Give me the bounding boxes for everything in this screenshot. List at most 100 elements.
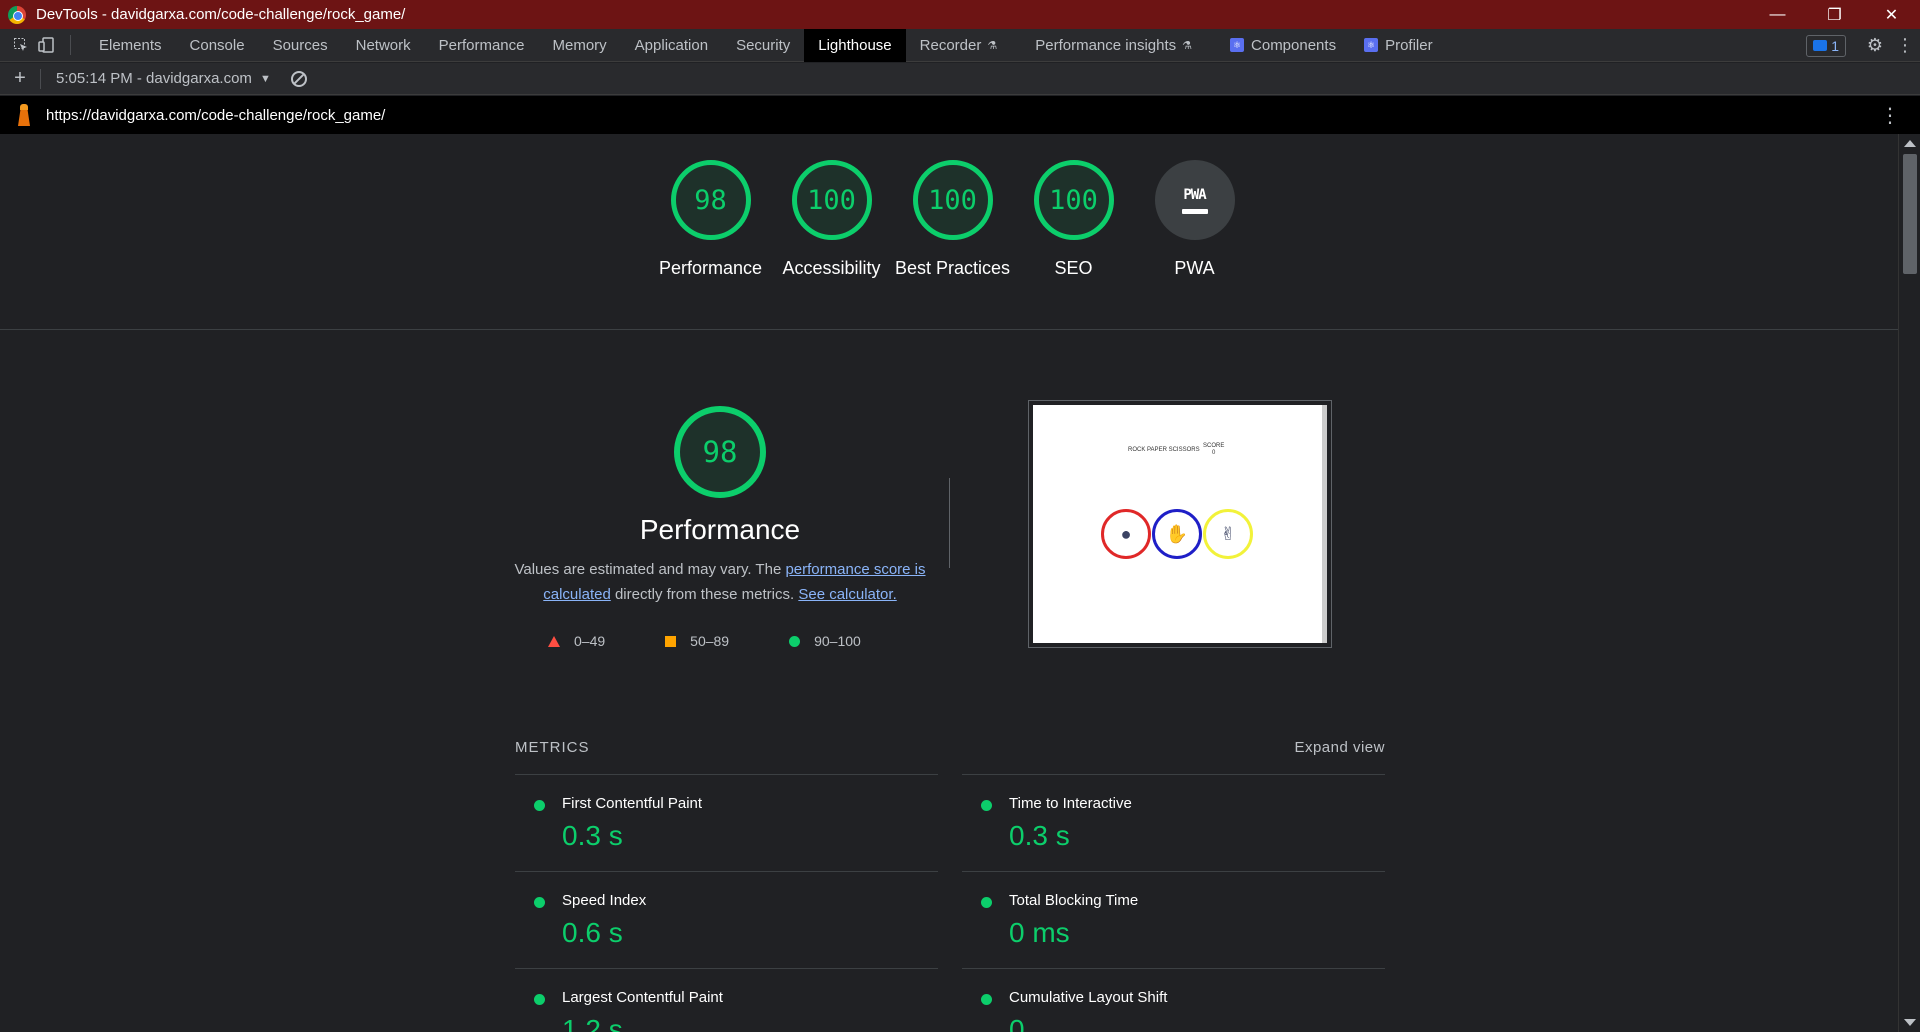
gauge-label: SEO [1054,258,1093,278]
metric-name: Largest Contentful Paint [562,989,723,1006]
window-controls: — ❐ ✕ [1749,0,1920,29]
screenshot-image: ROCK PAPER SCISSORS SCORE 0 ● ✋ ✌ [1033,405,1327,643]
tab-label: Performance insights [1035,36,1177,54]
metric-total-blocking-time: Total Blocking Time 0 ms [962,871,1385,968]
experimental-flask-icon: ⚗ [1182,39,1193,52]
tab-application[interactable]: Application [621,29,722,62]
report-menu-icon[interactable]: ⋮ [1880,103,1900,128]
tab-console[interactable]: Console [176,29,259,62]
legend-label: 0–49 [574,633,606,649]
tab-network[interactable]: Network [342,29,425,62]
score-label: SCORE [1203,443,1225,449]
metric-value: 0 ms [1009,917,1070,948]
tab-performance[interactable]: Performance [425,29,539,62]
metric-name: Time to Interactive [1009,795,1132,812]
scrollbar-thumb[interactable] [1903,154,1917,274]
new-report-plus-icon[interactable]: + [0,67,40,90]
tab-memory[interactable]: Memory [539,29,621,62]
gauge-accessibility[interactable]: 100 Accessibility [771,160,892,281]
metric-value: 0.3 s [562,820,623,851]
performance-title: Performance [639,514,801,545]
gauge-best-practices[interactable]: 100 Best Practices [892,160,1013,281]
tab-recorder[interactable]: Recorder ⚗ [906,29,1012,62]
legend-poor: 0–49 [548,633,605,649]
vertical-scrollbar[interactable] [1898,134,1920,1032]
tab-lighthouse[interactable]: Lighthouse [804,28,906,62]
gauge-label: Performance [658,258,763,278]
gauge-label: Accessibility [782,258,881,278]
metric-name: Cumulative Layout Shift [1009,989,1168,1006]
react-icon: ⚛ [1230,38,1245,52]
gauge-pwa[interactable]: PWA PWA [1134,160,1255,281]
tab-components[interactable]: ⚛ Components [1216,29,1350,62]
report-url[interactable]: https://davidgarxa.com/code-challenge/ro… [46,107,385,124]
performance-description: Values are estimated and may vary. The p… [510,557,930,607]
orange-square-icon [665,635,677,647]
pass-circle-icon [981,897,992,908]
gauge-label: PWA [1174,258,1215,278]
tab-label: Profiler [1385,36,1433,54]
final-screenshot[interactable]: ROCK PAPER SCISSORS SCORE 0 ● ✋ ✌ [1028,400,1332,648]
tab-label: Components [1251,36,1337,54]
metric-first-contentful-paint: First Contentful Paint 0.3 s [515,774,938,871]
pass-circle-icon [534,800,545,811]
legend-label: 50–89 [690,633,730,649]
gauge-performance[interactable]: 98 Performance [650,160,771,281]
experimental-flask-icon: ⚗ [987,39,998,52]
legend-good: 90–100 [789,633,861,649]
legend-label: 90–100 [814,633,861,649]
tab-performance-insights[interactable]: Performance insights ⚗ [1021,29,1206,62]
inspect-element-icon[interactable] [8,29,34,62]
game-score: SCORE 0 [1203,443,1224,457]
minimize-button[interactable]: — [1749,0,1806,29]
report-selector-dropdown[interactable]: 5:05:14 PM - davidgarxa.com ▼ [56,70,271,87]
metric-value: 0 [1009,1014,1025,1032]
clear-reports-icon[interactable] [290,70,307,87]
metric-name: Total Blocking Time [1009,892,1139,909]
tab-label: Lighthouse [818,36,892,54]
pass-circle-icon [981,800,992,811]
settings-gear-icon[interactable]: ⚙ [1860,35,1890,56]
issues-icon [1813,40,1828,51]
tab-sources[interactable]: Sources [259,29,342,62]
tab-elements[interactable]: Elements [85,29,176,62]
metric-cumulative-layout-shift: Cumulative Layout Shift 0 [962,968,1385,1032]
tab-profiler[interactable]: ⚛ Profiler [1350,29,1447,62]
window-title: DevTools - davidgarxa.com/code-challenge… [36,6,406,23]
metrics-heading: METRICS [515,739,590,756]
scroll-down-arrow-icon[interactable] [1904,1019,1916,1026]
device-toolbar-icon[interactable] [34,29,60,62]
report-url-bar: https://davidgarxa.com/code-challenge/ro… [0,96,1920,134]
react-icon: ⚛ [1364,38,1379,52]
desc-text: Values are estimated and may vary. The [514,561,786,578]
tab-label: Security [736,36,791,54]
green-circle-icon [789,635,801,647]
title-bar: DevTools - davidgarxa.com/code-challenge… [0,0,1920,29]
toolbar-separator [70,35,71,55]
scroll-up-arrow-icon[interactable] [1904,140,1916,147]
gauge-label: Best Practices [894,258,1011,278]
restore-button[interactable]: ❐ [1806,0,1863,29]
see-calculator-link[interactable]: See calculator. [798,586,896,603]
tab-label: Sources [272,36,328,54]
tab-label: Network [355,36,411,54]
score-ring: 100 [791,160,872,240]
metric-time-to-interactive: Time to Interactive 0.3 s [962,774,1385,871]
issues-counter-button[interactable]: 1 [1806,34,1846,57]
tab-security[interactable]: Security [722,29,804,62]
expand-view-button[interactable]: Expand view [1294,739,1385,756]
metric-largest-contentful-paint: Largest Contentful Paint 1.2 s [515,968,938,1032]
legend-average: 50–89 [665,633,729,649]
tab-bar-right-controls: 1 ⚙ ⋮ [1806,29,1920,62]
metric-name: First Contentful Paint [562,795,703,812]
lighthouse-toolbar: + 5:05:14 PM - davidgarxa.com ▼ [0,63,1920,95]
vertical-divider [949,478,950,568]
scissors-choice-icon: ✌ [1203,509,1253,559]
score-scale-legend: 0–49 50–89 90–100 [548,633,861,649]
close-button[interactable]: ✕ [1863,0,1920,29]
score-ring: 100 [912,160,993,240]
tab-label: Recorder [919,36,982,54]
more-options-icon[interactable]: ⋮ [1890,35,1920,56]
gauge-seo[interactable]: 100 SEO [1013,160,1134,281]
tab-label: Application [634,36,709,54]
